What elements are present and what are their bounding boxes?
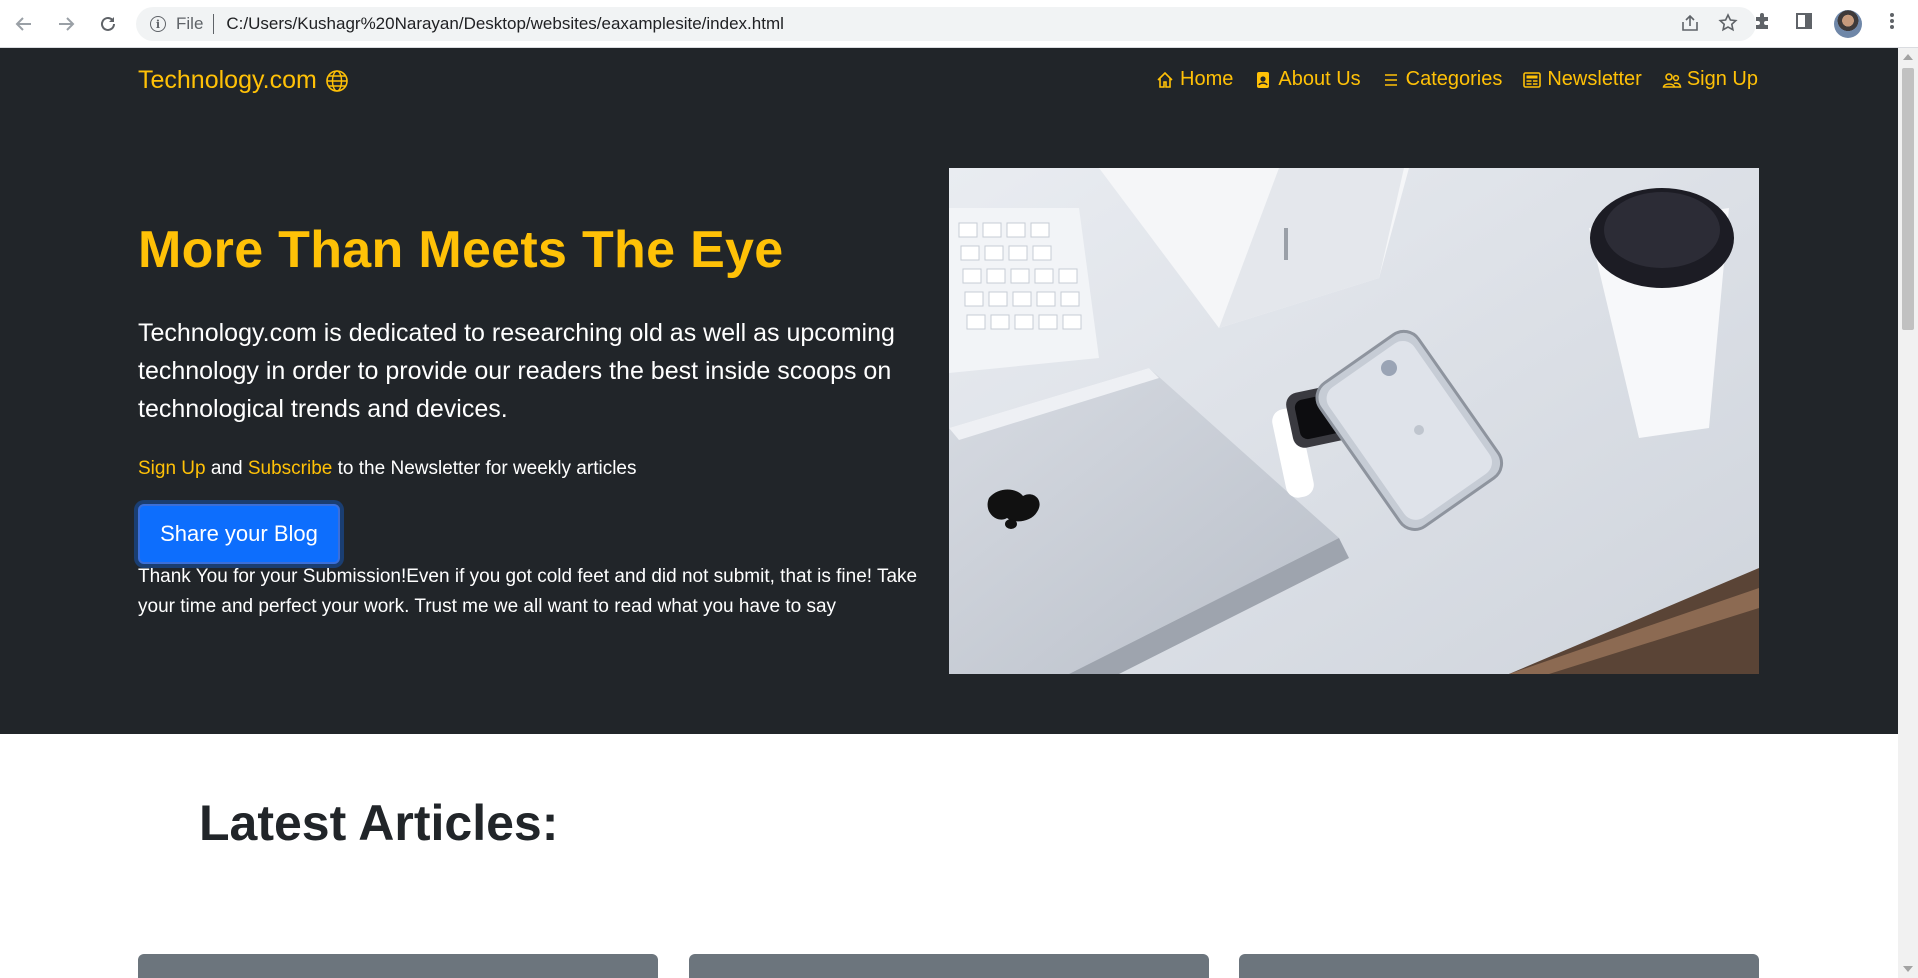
- nav-newsletter-label: Newsletter: [1547, 68, 1642, 90]
- subtext-and: and: [205, 458, 248, 479]
- article-card[interactable]: [138, 954, 658, 978]
- hero-title: More Than Meets The Eye: [138, 221, 784, 279]
- scrollbar-thumb[interactable]: [1902, 68, 1914, 330]
- nav-newsletter[interactable]: Newsletter: [1522, 68, 1642, 91]
- nav-about-us-label: About Us: [1278, 68, 1361, 90]
- nav-categories[interactable]: Categories: [1381, 68, 1503, 91]
- latest-articles-heading: Latest Articles:: [199, 795, 559, 851]
- submission-note: Thank You for your Submission!Even if yo…: [138, 566, 918, 617]
- site-info-icon[interactable]: i: [150, 16, 166, 32]
- subscribe-link[interactable]: Subscribe: [248, 458, 333, 479]
- file-scheme-label: File: [176, 14, 204, 33]
- newspaper-icon: [1523, 71, 1542, 88]
- article-card[interactable]: [1239, 954, 1759, 978]
- extensions-puzzle-icon[interactable]: [1750, 11, 1774, 37]
- bookmark-star-icon[interactable]: [1718, 13, 1738, 39]
- nav-home[interactable]: Home: [1155, 68, 1233, 91]
- page-scrollbar[interactable]: [1898, 48, 1918, 978]
- browser-toolbar: i File C:/Users/Kushagr%20Narayan/Deskto…: [0, 0, 1918, 48]
- back-arrow-icon[interactable]: [10, 10, 38, 38]
- nav-sign-up[interactable]: Sign Up: [1662, 68, 1758, 91]
- address-separator: [213, 14, 215, 34]
- profile-avatar[interactable]: [1834, 10, 1862, 38]
- brand-link[interactable]: Technology.com: [138, 66, 349, 95]
- nav-about-us[interactable]: About Us: [1253, 68, 1361, 91]
- address-bar[interactable]: i File C:/Users/Kushagr%20Narayan/Deskto…: [136, 7, 1756, 41]
- reload-icon[interactable]: [94, 10, 122, 38]
- scroll-up-arrow-icon[interactable]: [1903, 54, 1913, 60]
- hero-section: Technology.com Home About Us Categories: [0, 48, 1898, 734]
- share-blog-button[interactable]: Share your Blog: [138, 504, 340, 564]
- article-card[interactable]: [689, 954, 1209, 978]
- globe-icon: [325, 69, 348, 92]
- hero-subtext: Sign Up and Subscribe to the Newsletter …: [138, 458, 637, 480]
- desk-devices-illustration: [949, 168, 1759, 674]
- hero-image: [949, 168, 1759, 674]
- scroll-down-arrow-icon[interactable]: [1903, 966, 1913, 972]
- house-icon: [1157, 71, 1173, 88]
- list-icon: [1384, 73, 1397, 86]
- main-nav: Home About Us Categories Newsletter Sign…: [1155, 68, 1758, 91]
- brand-name: Technology.com: [138, 66, 317, 94]
- forward-arrow-icon[interactable]: [52, 10, 80, 38]
- url-text[interactable]: C:/Users/Kushagr%20Narayan/Desktop/websi…: [226, 14, 783, 34]
- more-menu-icon[interactable]: [1880, 11, 1904, 37]
- side-panel-icon[interactable]: [1792, 11, 1816, 37]
- hero-lead: Technology.com is dedicated to researchi…: [138, 319, 895, 423]
- person-badge-icon: [1257, 71, 1270, 88]
- share-icon[interactable]: [1680, 13, 1700, 39]
- nav-categories-label: Categories: [1405, 68, 1503, 90]
- page-viewport: Technology.com Home About Us Categories: [0, 48, 1898, 978]
- signup-link[interactable]: Sign Up: [138, 458, 206, 479]
- people-icon: [1662, 72, 1682, 88]
- nav-sign-up-label: Sign Up: [1686, 68, 1758, 90]
- subtext-rest: to the Newsletter for weekly articles: [332, 458, 637, 479]
- nav-home-label: Home: [1180, 68, 1234, 90]
